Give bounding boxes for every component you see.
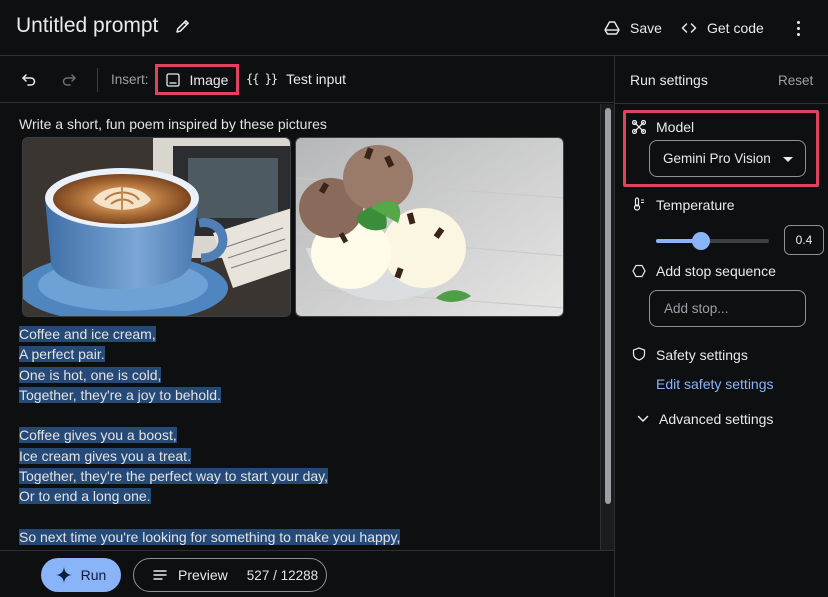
run-button[interactable]: Run bbox=[41, 558, 121, 592]
response-line: Together, they're a joy to behold. bbox=[19, 386, 221, 403]
safety-settings-label: Safety settings bbox=[656, 347, 748, 363]
shield-icon bbox=[632, 347, 646, 361]
get-code-label: Get code bbox=[707, 20, 764, 36]
slider-thumb[interactable] bbox=[692, 232, 711, 250]
prompt-text[interactable]: Write a short, fun poem inspired by thes… bbox=[19, 116, 327, 132]
response-line: A perfect pair. bbox=[19, 346, 105, 363]
response-line: Or to end a long one. bbox=[19, 488, 151, 505]
advanced-settings-toggle[interactable]: Advanced settings bbox=[637, 411, 773, 427]
panel-divider bbox=[615, 103, 828, 104]
hexagon-icon bbox=[632, 264, 646, 278]
get-code-button[interactable]: Get code bbox=[681, 17, 764, 39]
run-label: Run bbox=[80, 567, 107, 583]
model-icon bbox=[632, 120, 646, 134]
response-line: So next time you're looking for somethin… bbox=[19, 528, 401, 545]
run-settings-panel: Run settings Reset Model Gemini Pro Visi… bbox=[614, 56, 828, 597]
response-line: One is hot, one is cold, bbox=[19, 366, 162, 383]
image-icon bbox=[165, 72, 180, 87]
response-blank-line bbox=[19, 507, 400, 527]
response-line: Coffee gives you a boost, bbox=[19, 427, 177, 444]
insert-label: Insert: bbox=[111, 72, 149, 87]
save-button[interactable]: Save bbox=[604, 17, 662, 39]
coffee-image[interactable] bbox=[22, 137, 291, 317]
model-label: Model bbox=[656, 119, 695, 135]
model-response[interactable]: Coffee and ice cream, A perfect pair. On… bbox=[19, 324, 401, 547]
caret-down-icon bbox=[783, 157, 793, 162]
editor-scrollbar[interactable] bbox=[600, 104, 614, 550]
editor-footer: Run Preview 527 / 12288 bbox=[0, 550, 614, 597]
save-label: Save bbox=[630, 20, 662, 36]
advanced-settings-label: Advanced settings bbox=[659, 411, 774, 427]
chevron-down-icon bbox=[637, 415, 649, 422]
test-input-label: Test input bbox=[286, 71, 347, 87]
temperature-input[interactable]: 0.4 bbox=[784, 225, 824, 255]
image-label: Image bbox=[189, 71, 229, 88]
run-settings-title: Run settings bbox=[630, 72, 708, 88]
insert-image-button[interactable]: Image bbox=[155, 64, 239, 95]
token-count: 527 / 12288 bbox=[246, 567, 319, 583]
response-blank-line bbox=[19, 405, 400, 425]
response-line: Ice cream gives you a treat. bbox=[19, 447, 191, 464]
code-icon bbox=[681, 23, 697, 33]
ice-cream-image[interactable] bbox=[295, 137, 564, 317]
preview-button[interactable]: Preview 527 / 12288 bbox=[133, 558, 327, 592]
sparkle-icon bbox=[55, 567, 72, 583]
temperature-label: Temperature bbox=[656, 197, 735, 213]
temperature-slider[interactable] bbox=[656, 232, 769, 250]
test-input-button[interactable]: {{ }} Test input bbox=[246, 71, 346, 87]
model-select[interactable]: Gemini Pro Vision bbox=[649, 140, 806, 177]
response-line: Together, they're the perfect way to sta… bbox=[19, 468, 329, 485]
pencil-icon[interactable] bbox=[175, 18, 191, 34]
edit-safety-settings-link[interactable]: Edit safety settings bbox=[656, 376, 774, 392]
stop-sequence-input[interactable]: Add stop... bbox=[649, 290, 806, 327]
toolbar-divider bbox=[97, 68, 98, 92]
thermometer-icon bbox=[633, 197, 644, 211]
prompt-editor[interactable]: Write a short, fun poem inspired by thes… bbox=[0, 104, 600, 550]
redo-icon[interactable] bbox=[60, 70, 78, 88]
stop-sequence-label: Add stop sequence bbox=[656, 263, 776, 279]
lines-icon bbox=[153, 570, 167, 580]
response-line: Coffee and ice cream, bbox=[19, 326, 156, 342]
scrollbar-thumb[interactable] bbox=[605, 108, 611, 504]
editor-toolbar: Insert: Image {{ }} Test input bbox=[0, 56, 614, 103]
reset-button[interactable]: Reset bbox=[778, 73, 813, 88]
preview-label: Preview bbox=[178, 567, 228, 583]
undo-icon[interactable] bbox=[20, 70, 38, 88]
more-options-icon[interactable] bbox=[792, 18, 804, 38]
prompt-title[interactable]: Untitled prompt bbox=[16, 14, 158, 38]
model-value: Gemini Pro Vision bbox=[663, 151, 771, 166]
app-header: Untitled prompt Save Get code bbox=[0, 0, 828, 56]
drive-icon bbox=[604, 21, 620, 35]
braces-icon: {{ }} bbox=[246, 72, 278, 86]
